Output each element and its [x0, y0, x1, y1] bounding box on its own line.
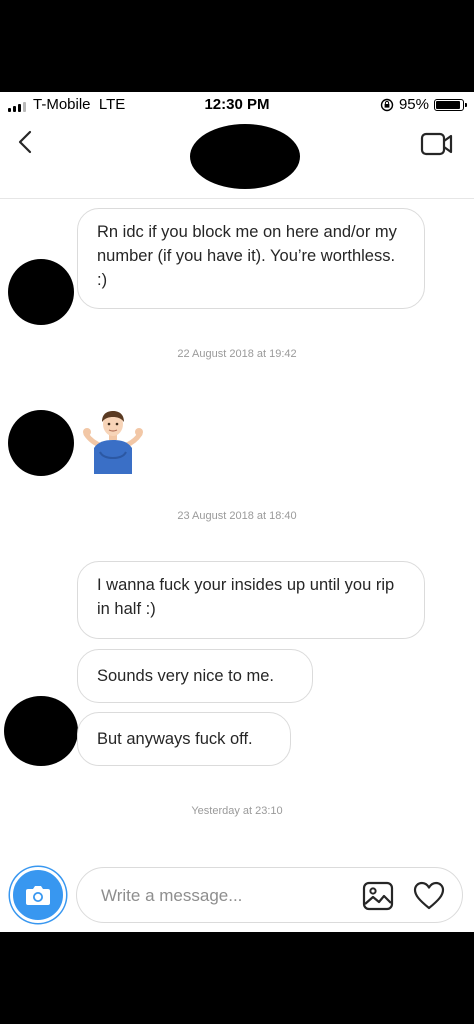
status-bar: T-Mobile LTE 12:30 PM 95% [0, 92, 474, 118]
sender-avatar[interactable] [8, 410, 74, 476]
timestamp: 23 August 2018 at 18:40 [177, 510, 297, 522]
timestamp: Yesterday at 23:10 [191, 805, 283, 817]
chevron-left-icon[interactable] [12, 128, 40, 156]
camera-button[interactable] [10, 867, 66, 923]
contact-avatar[interactable] [190, 124, 300, 189]
heart-icon[interactable] [413, 880, 445, 912]
battery-percent: 95% [398, 96, 429, 113]
image-gallery-icon[interactable] [362, 880, 394, 912]
message-bubble[interactable]: But anyways fuck off. [77, 712, 291, 766]
message-input-container [76, 867, 463, 923]
video-camera-icon[interactable] [420, 131, 454, 157]
chat-header [0, 118, 474, 199]
sender-avatar[interactable] [8, 259, 74, 325]
message-input[interactable] [99, 882, 353, 910]
camera-icon [26, 886, 50, 905]
dm-screen: T-Mobile LTE 12:30 PM 95% Rn idc if you … [0, 92, 474, 932]
message-bubble[interactable]: Rn idc if you block me on here and/or my… [77, 208, 425, 309]
message-bubble[interactable]: I wanna fuck your insides up until you r… [77, 561, 425, 639]
sender-avatar[interactable] [4, 696, 78, 766]
message-bubble[interactable]: Sounds very nice to me. [77, 649, 313, 703]
battery-icon [434, 98, 467, 111]
timestamp: 22 August 2018 at 19:42 [177, 348, 297, 360]
shrug-emoji-icon[interactable] [82, 410, 144, 474]
rotation-lock-icon [380, 98, 394, 111]
